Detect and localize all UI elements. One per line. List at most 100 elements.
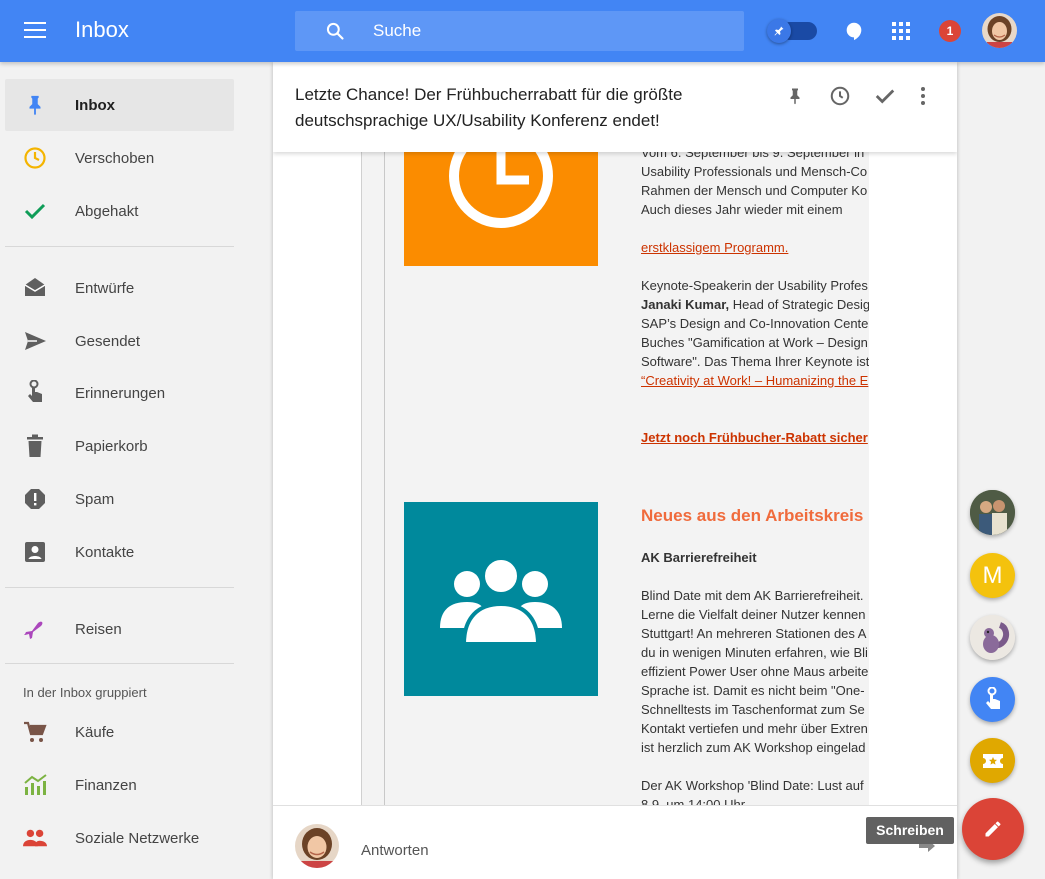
sidebar-item-label: Erinnerungen	[75, 385, 166, 402]
pencil-icon	[985, 821, 1001, 837]
sidebar-divider	[5, 663, 234, 664]
body-text: Buches "Gamification at Work – Design	[641, 335, 868, 350]
body-text: Kontakt vertiefen und mehr über Extren	[641, 721, 868, 736]
group-label: In der Inbox gruppiert	[23, 685, 147, 700]
people-group-icon	[440, 556, 562, 646]
sidebar-item-label: Kontakte	[75, 544, 135, 561]
account-avatar[interactable]	[982, 13, 1017, 48]
sidebar-item-sent[interactable]: Gesendet	[5, 315, 234, 367]
body-text: Blind Date mit dem AK Barrierefreiheit.	[641, 588, 864, 603]
reply-bar[interactable]: Antworten	[273, 805, 957, 879]
notification-badge[interactable]: 1	[939, 20, 961, 42]
reminder-fab[interactable]	[970, 677, 1015, 722]
sidebar-divider	[5, 587, 234, 588]
sidebar-item-done[interactable]: Abgehakt	[5, 185, 234, 237]
apps-grid-icon[interactable]	[891, 21, 911, 41]
body-text: Stuttgart! An mehreren Stationen des A	[641, 626, 867, 641]
avatar-face-icon	[295, 824, 339, 868]
body-text: SAP’s Design and Co-Innovation Cente	[641, 316, 869, 331]
check-icon	[23, 199, 47, 223]
body-text: Software". Das Thema Ihrer Keynote ist	[641, 354, 869, 369]
reminder-icon	[23, 380, 47, 405]
body-text: ist herzlich zum AK Workshop eingelad	[641, 740, 866, 755]
send-icon	[23, 329, 47, 353]
hangouts-icon[interactable]	[843, 20, 865, 42]
sidebar-item-inbox[interactable]: Inbox	[5, 79, 234, 131]
sidebar-item-contacts[interactable]: Kontakte	[5, 526, 234, 578]
search-input[interactable]	[373, 19, 723, 43]
sidebar-item-finance[interactable]: Finanzen	[5, 759, 234, 811]
compose-button[interactable]	[962, 798, 1024, 860]
speaker-name: Janaki Kumar,	[641, 297, 730, 312]
sidebar-item-snoozed[interactable]: Verschoben	[5, 132, 234, 184]
body-text: Rahmen der Mensch und Computer Ko	[641, 183, 868, 198]
sidebar-item-label: Reisen	[75, 621, 122, 638]
pin-icon	[774, 26, 784, 36]
early-bird-link[interactable]: Jetzt noch Frühbucher-Rabatt sicher	[641, 428, 869, 447]
spam-icon	[23, 487, 47, 511]
cart-icon	[23, 720, 47, 744]
avatar	[295, 824, 339, 868]
sidebar-item-label: Abgehakt	[75, 203, 139, 220]
sidebar-item-social[interactable]: Soziale Netzwerke	[5, 812, 234, 864]
program-link[interactable]: erstklassigem Programm.	[641, 238, 869, 257]
snooze-clock-icon[interactable]	[828, 84, 852, 108]
body-text: Usability Professionals und Mensch-Co	[641, 164, 868, 179]
sidebar-divider	[5, 246, 234, 247]
body-text: Head of Strategic Desig	[729, 297, 869, 312]
done-check-icon[interactable]	[873, 84, 897, 108]
email-subject: Letzte Chance! Der Frühbucherrabatt für …	[295, 85, 683, 130]
subsection-heading: AK Barrierefreiheit	[641, 550, 757, 565]
search-box[interactable]	[295, 11, 744, 51]
sidebar-item-purchases[interactable]: Käufe	[5, 706, 234, 758]
body-border	[384, 152, 385, 805]
plane-icon	[23, 617, 47, 641]
trash-icon	[23, 434, 47, 458]
sidebar-item-label: Spam	[75, 491, 115, 508]
sidebar-item-spam[interactable]: Spam	[5, 473, 234, 525]
contact-group-avatar[interactable]	[970, 490, 1015, 535]
body-text: Janaki Kumar, Head of Strategic Desig	[641, 295, 869, 314]
compose-tooltip: Schreiben	[866, 817, 954, 844]
avatar-face-icon	[982, 13, 1017, 48]
squirrel-icon	[970, 615, 1015, 660]
contacts-icon	[23, 540, 47, 564]
sidebar-item-label: Inbox	[75, 97, 115, 114]
ticket-fab[interactable]	[970, 738, 1015, 783]
sidebar-item-travel[interactable]: Reisen	[5, 603, 234, 655]
body-text: Vom 6. September bis 9. September in	[641, 152, 865, 160]
reply-label[interactable]: Antworten	[361, 842, 429, 859]
keynote-link[interactable]: “Creativity at Work! – Humanizing the E	[641, 371, 869, 390]
drafts-icon	[23, 276, 47, 300]
sidebar-item-label: Papierkorb	[75, 438, 148, 455]
toggle-knob[interactable]	[767, 19, 791, 43]
sidebar-item-drafts[interactable]: Entwürfe	[5, 262, 234, 314]
clock-icon	[23, 146, 47, 170]
group-photo-icon	[970, 490, 1015, 535]
menu-icon[interactable]	[24, 22, 46, 40]
reminder-icon	[985, 686, 1000, 709]
navigation-drawer: Inbox Verschoben Abgehakt Entwürfe Gesen…	[0, 62, 240, 879]
section-heading: Neues aus den Arbeitskreis	[641, 506, 864, 525]
more-vert-icon[interactable]	[911, 84, 935, 108]
sidebar-item-label: Entwürfe	[75, 280, 135, 297]
pin-icon[interactable]	[783, 84, 807, 108]
finance-icon	[23, 773, 47, 797]
body-text: Lerne die Vielfalt deiner Nutzer kennen	[641, 607, 866, 622]
people-icon	[23, 826, 47, 850]
pinned-toggle[interactable]	[767, 19, 817, 43]
conference-image	[404, 152, 598, 266]
pin-icon	[23, 93, 47, 117]
working-groups-image	[404, 502, 598, 696]
email-header: Letzte Chance! Der Frühbucherrabatt für …	[273, 62, 957, 152]
contact-m-avatar[interactable]: M	[970, 553, 1015, 598]
search-icon[interactable]	[325, 21, 345, 41]
top-app-bar: Inbox 1	[0, 0, 1045, 62]
contact-squirrel-avatar[interactable]	[970, 615, 1015, 660]
sidebar-item-label: Finanzen	[75, 777, 137, 794]
app-title: Inbox	[75, 17, 129, 42]
email-detail-panel: Letzte Chance! Der Frühbucherrabatt für …	[273, 62, 957, 879]
body-text: Der AK Workshop 'Blind Date: Lust auf	[641, 778, 864, 793]
sidebar-item-trash[interactable]: Papierkorb	[5, 420, 234, 472]
sidebar-item-reminders[interactable]: Erinnerungen	[5, 367, 234, 419]
